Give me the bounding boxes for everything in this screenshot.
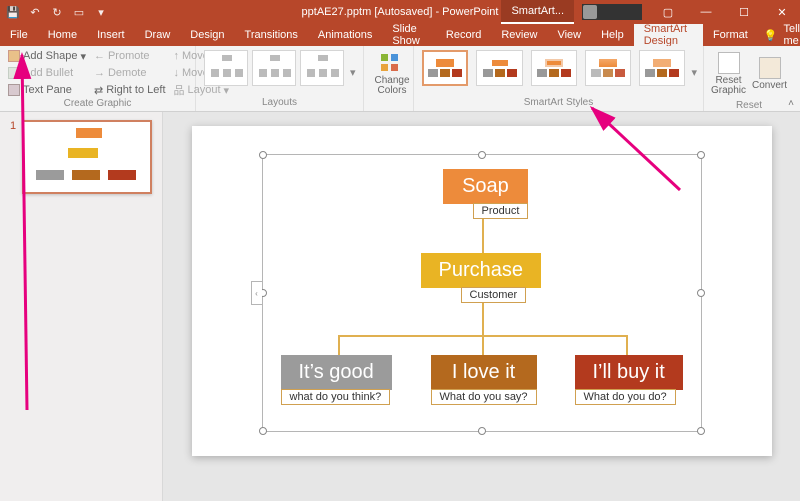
style-option[interactable]: [639, 50, 685, 86]
layout-option[interactable]: [252, 50, 296, 86]
smartart-node[interactable]: I love it What do you say?: [431, 355, 537, 405]
tab-view[interactable]: View: [547, 24, 591, 46]
tab-draw[interactable]: Draw: [135, 24, 181, 46]
group-smartart-styles: ▾ SmartArt Styles: [414, 46, 704, 111]
tab-home[interactable]: Home: [38, 24, 87, 46]
tellme-input[interactable]: Tell me: [783, 23, 800, 47]
smartart-node[interactable]: Purchase Customer: [421, 253, 542, 303]
tab-format[interactable]: Format: [703, 24, 758, 46]
add-shape-button[interactable]: Add Shape ▾: [6, 48, 88, 64]
qat-more-icon[interactable]: ▾: [94, 6, 108, 19]
user-account-badge[interactable]: [582, 4, 642, 20]
resize-handle[interactable]: [697, 151, 705, 159]
group-reset: Reset Graphic Convert Reset: [704, 46, 794, 111]
style-option[interactable]: [531, 50, 577, 86]
promote-button: ← Promote: [92, 48, 168, 64]
slide-thumbnails-pane: 1: [0, 112, 163, 501]
close-button[interactable]: ✕: [764, 0, 800, 24]
collapse-ribbon-icon[interactable]: ˄: [788, 98, 794, 109]
slide-thumbnail[interactable]: [22, 120, 152, 194]
resize-handle[interactable]: [259, 151, 267, 159]
reset-icon: [718, 52, 740, 74]
add-bullet-button: Add Bullet: [6, 65, 88, 81]
text-pane-button[interactable]: Text Pane: [6, 82, 88, 98]
resize-handle[interactable]: [259, 427, 267, 435]
tellme-icon: 💡: [764, 29, 778, 42]
tab-record[interactable]: Record: [436, 24, 491, 46]
group-label-layouts: Layouts: [202, 97, 357, 109]
style-option[interactable]: [476, 50, 522, 86]
smartart-node[interactable]: It’s good what do you think?: [281, 355, 392, 405]
reset-graphic-button[interactable]: Reset Graphic: [710, 48, 747, 100]
layouts-more-icon[interactable]: ▾: [350, 66, 356, 79]
save-icon[interactable]: 💾: [6, 6, 20, 19]
convert-icon: [759, 57, 781, 79]
tab-file[interactable]: File: [0, 24, 38, 46]
resize-handle[interactable]: [697, 427, 705, 435]
styles-more-icon[interactable]: ▾: [691, 66, 697, 79]
group-label-create-graphic: Create Graphic: [6, 98, 189, 110]
textpane-toggle[interactable]: ‹: [251, 281, 262, 305]
resize-handle[interactable]: [697, 289, 705, 297]
slide: ‹ Soap Product Purchase Customer: [192, 126, 772, 456]
change-colors-button[interactable]: Change Colors: [370, 48, 414, 100]
demote-button: → Demote: [92, 65, 168, 81]
redo-icon[interactable]: ↻: [50, 6, 64, 19]
tab-insert[interactable]: Insert: [87, 24, 135, 46]
right-to-left-button[interactable]: ⇄ Right to Left: [92, 82, 168, 98]
style-option[interactable]: [585, 50, 631, 86]
workspace: 1 ‹: [0, 112, 800, 501]
tab-slideshow[interactable]: Slide Show: [382, 24, 436, 46]
tab-animations[interactable]: Animations: [308, 24, 382, 46]
group-label-styles: SmartArt Styles: [420, 97, 697, 109]
start-slideshow-icon[interactable]: ▭: [72, 6, 86, 19]
thumb-number: 1: [10, 120, 16, 194]
style-option[interactable]: [422, 50, 468, 86]
ribbon: Add Shape ▾ Add Bullet Text Pane ← Promo…: [0, 46, 800, 112]
layout-option[interactable]: [300, 50, 344, 86]
smartart-frame[interactable]: ‹ Soap Product Purchase Customer: [262, 154, 702, 432]
layout-option[interactable]: [204, 50, 248, 86]
quick-access-toolbar: 💾 ↶ ↻ ▭ ▾: [0, 6, 114, 19]
undo-icon[interactable]: ↶: [28, 6, 42, 19]
tab-review[interactable]: Review: [491, 24, 547, 46]
group-change-colors: Change Colors: [364, 46, 414, 111]
tab-design[interactable]: Design: [180, 24, 234, 46]
slide-canvas[interactable]: ‹ Soap Product Purchase Customer: [163, 112, 800, 501]
title-bar: 💾 ↶ ↻ ▭ ▾ pptAE27.pptm [Autosaved] - Pow…: [0, 0, 800, 24]
resize-handle[interactable]: [478, 427, 486, 435]
smartart-node[interactable]: I’ll buy it What do you do?: [575, 355, 683, 405]
ribbon-tabs: File Home Insert Draw Design Transitions…: [0, 24, 800, 46]
group-create-graphic: Add Shape ▾ Add Bullet Text Pane ← Promo…: [0, 46, 196, 111]
group-layouts: ▾ Layouts: [196, 46, 364, 111]
change-colors-icon: [379, 52, 405, 74]
resize-handle[interactable]: [478, 151, 486, 159]
ribbon-options-icon[interactable]: ▢: [650, 0, 686, 24]
smartart-node[interactable]: Soap Product: [443, 169, 529, 219]
tab-smartart-design[interactable]: SmartArt Design: [634, 24, 703, 46]
minimize-button[interactable]: —: [688, 0, 724, 24]
contextual-tab-label: SmartArt...: [501, 0, 574, 24]
tab-transitions[interactable]: Transitions: [235, 24, 308, 46]
maximize-button[interactable]: ☐: [726, 0, 762, 24]
convert-button[interactable]: Convert: [751, 48, 788, 100]
group-label-reset: Reset: [710, 100, 788, 112]
tab-help[interactable]: Help: [591, 24, 634, 46]
